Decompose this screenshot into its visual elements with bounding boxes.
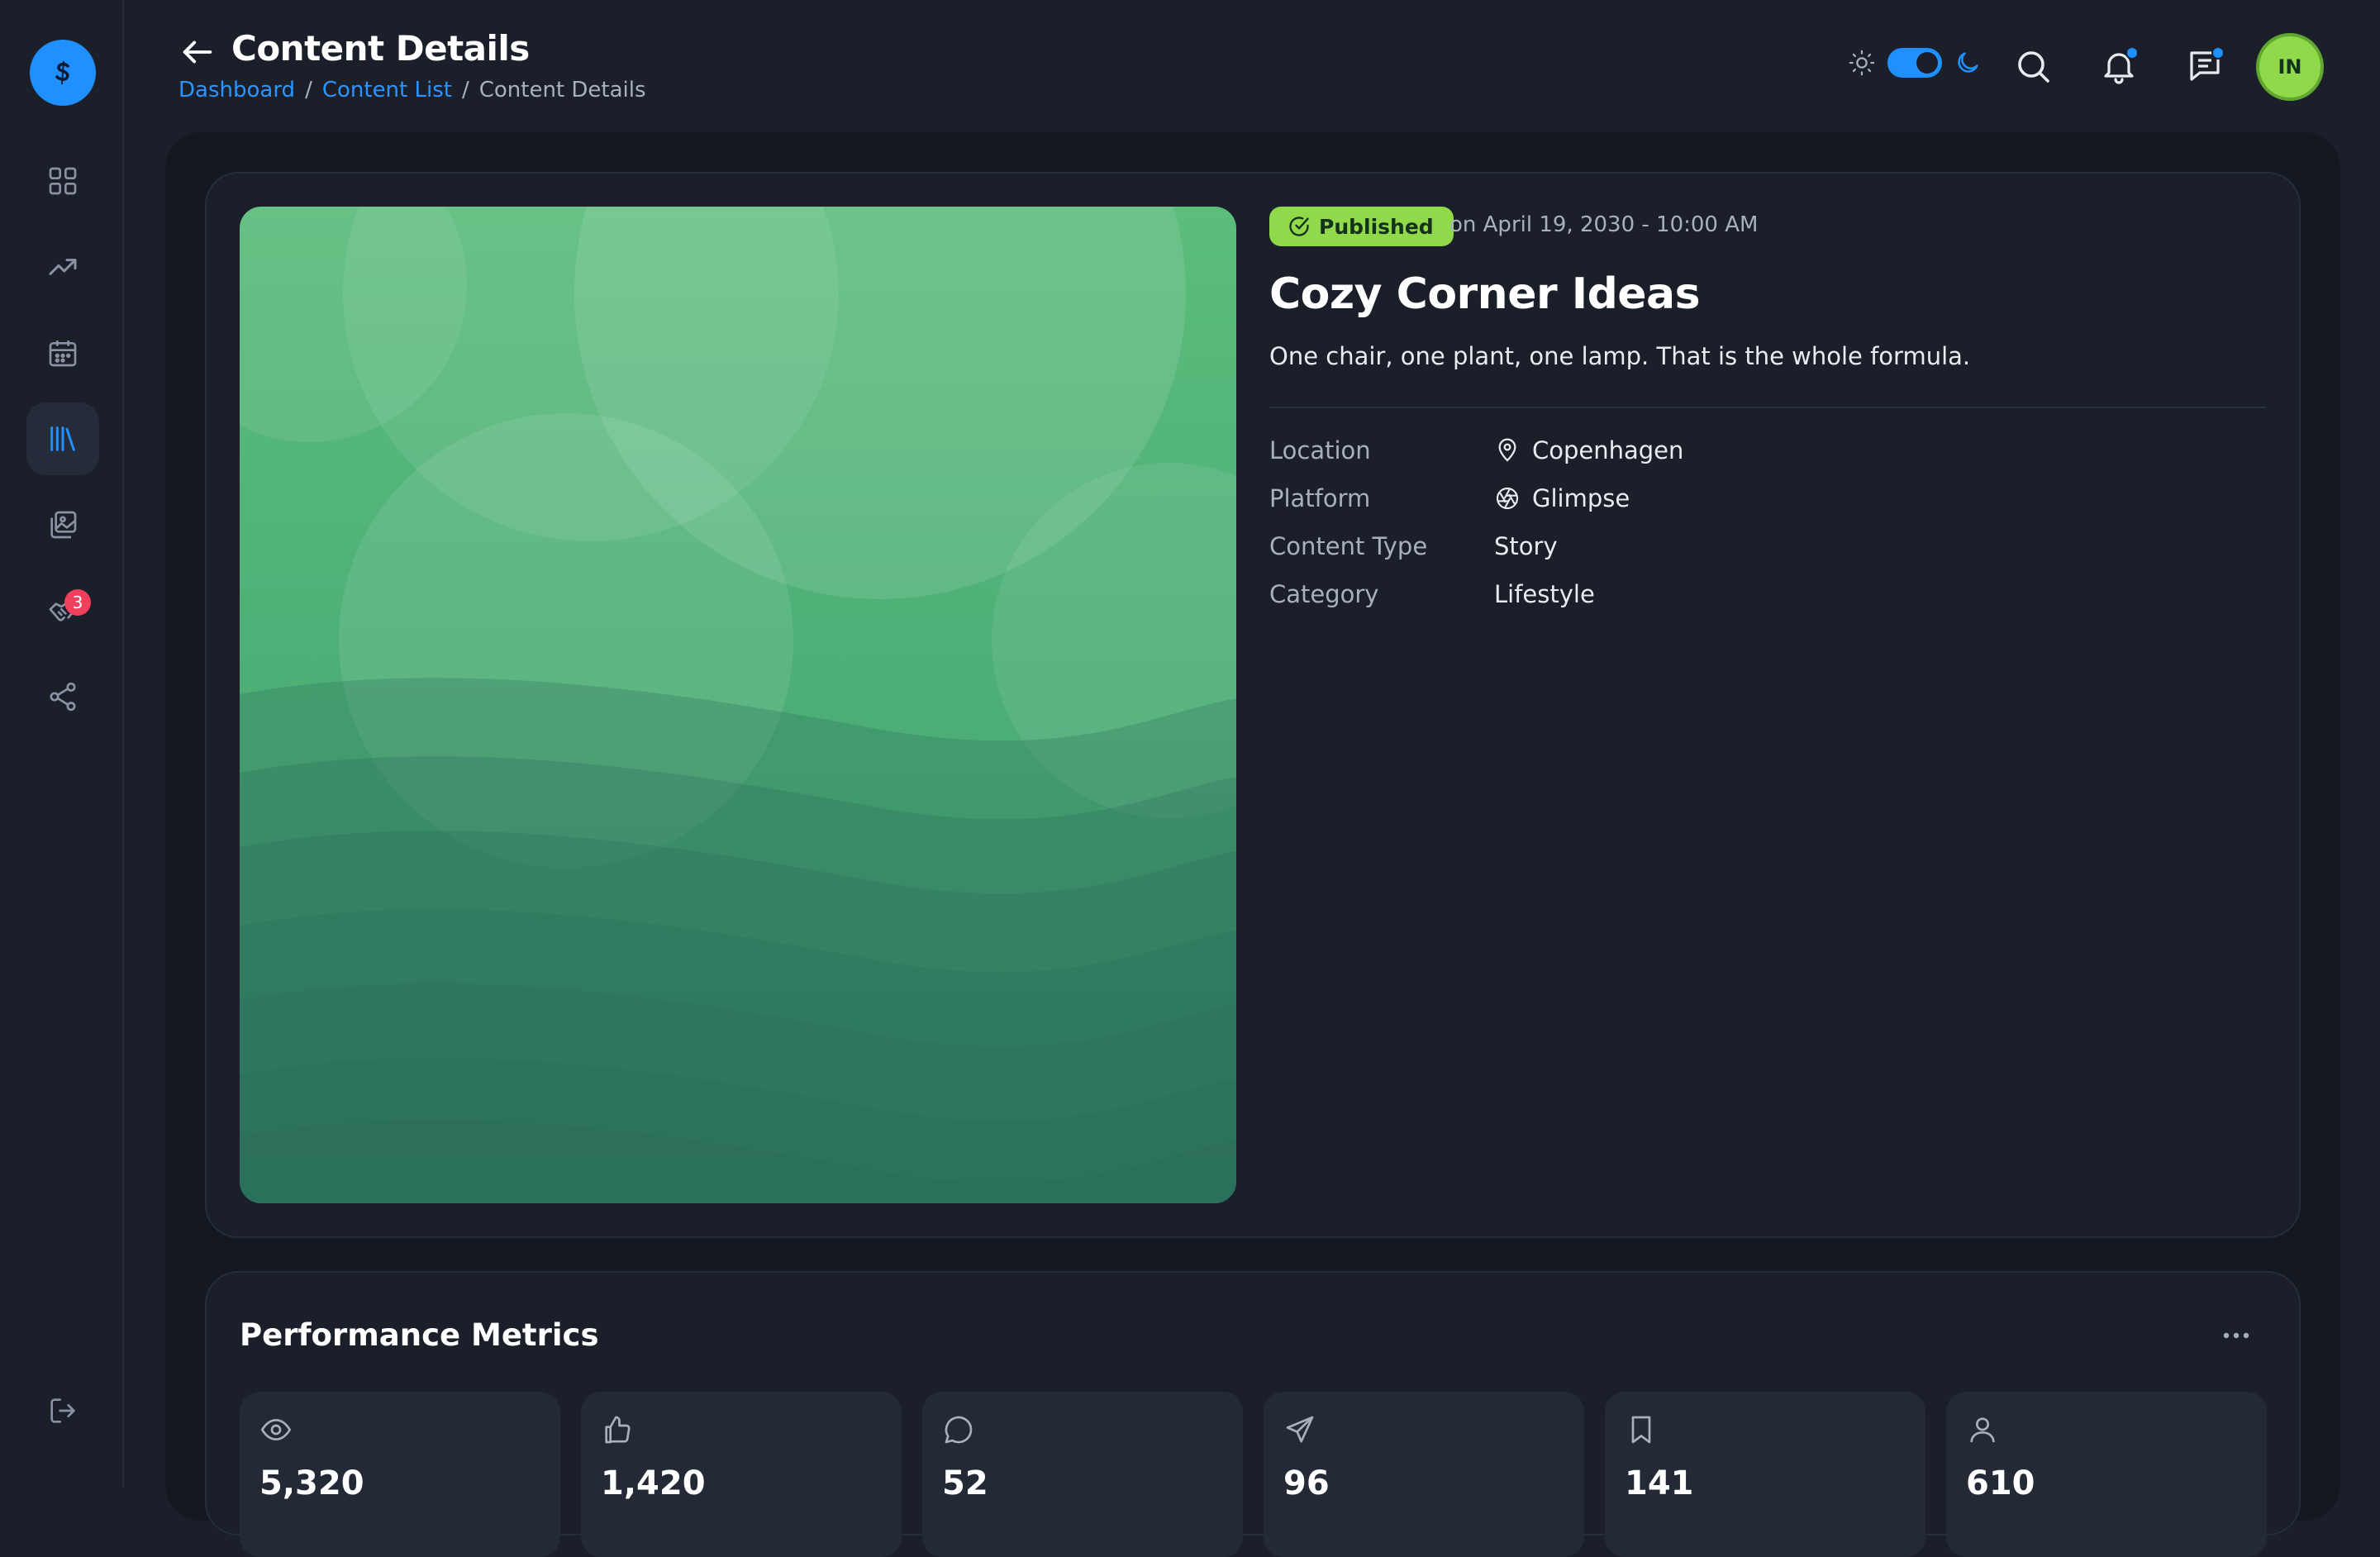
user-avatar[interactable]: IN — [2256, 33, 2324, 101]
metric-reach: 610 — [1946, 1392, 2267, 1557]
metric-value: 141 — [1625, 1464, 1694, 1502]
breadcrumb-content-list[interactable]: Content List — [322, 78, 452, 102]
category-value: Lifestyle — [1494, 580, 1595, 608]
eye-icon — [260, 1418, 292, 1441]
content-type-value: Story — [1494, 532, 1558, 560]
metric-value: 96 — [1283, 1464, 1330, 1502]
metric-views: 5,320 — [240, 1392, 560, 1557]
back-arrow-icon[interactable] — [178, 33, 217, 71]
check-circle-icon — [1289, 217, 1309, 236]
bookmark-icon — [1631, 1416, 1651, 1444]
sidebar-item-dashboard[interactable] — [26, 145, 99, 217]
user-icon — [1970, 1417, 1995, 1443]
meta-row-content-type: Content Type Story — [1269, 532, 1558, 560]
meta-label: Location — [1269, 436, 1371, 464]
switch-knob — [1916, 52, 1938, 74]
moon-icon[interactable] — [1954, 49, 1982, 77]
sidebar-item-analytics[interactable] — [26, 231, 99, 303]
logout-icon — [50, 1398, 75, 1423]
meta-row-platform: Platform Glimpse — [1269, 484, 1630, 512]
message-dot — [2211, 46, 2225, 60]
send-icon — [1286, 1416, 1314, 1443]
meta-label: Category — [1269, 580, 1379, 608]
content-description: One chair, one plant, one lamp. That is … — [1269, 342, 1971, 370]
sun-icon[interactable] — [1848, 49, 1876, 77]
trending-up-icon — [49, 259, 77, 275]
media-gallery-icon — [50, 511, 77, 539]
content-image[interactable] — [240, 207, 1236, 1203]
aperture-icon — [1496, 487, 1519, 510]
metric-value: 52 — [942, 1464, 988, 1502]
published-date: on April 19, 2030 - 10:00 AM — [1449, 212, 1759, 237]
theme-toggle — [1848, 48, 1982, 78]
dashboard-grid-icon — [49, 167, 77, 195]
share-icon — [50, 682, 76, 712]
metric-value: 1,420 — [601, 1464, 706, 1502]
metric-saves: 141 — [1605, 1392, 1925, 1557]
meta-row-category: Category Lifestyle — [1269, 580, 1595, 608]
metric-comments: 52 — [922, 1392, 1243, 1557]
breadcrumb-separator: / — [461, 78, 469, 102]
metric-shares: 96 — [1264, 1392, 1584, 1557]
sidebar-item-partnerships[interactable]: 3 — [26, 574, 99, 647]
meta-label: Content Type — [1269, 532, 1428, 560]
sidebar-item-calendar[interactable] — [26, 317, 99, 389]
sidebar-item-media[interactable] — [26, 488, 99, 561]
notification-dot — [2125, 46, 2139, 60]
metric-value: 610 — [1966, 1464, 2035, 1502]
notification-badge: 3 — [64, 589, 91, 616]
more-options-icon[interactable] — [2220, 1321, 2253, 1350]
location-value: Copenhagen — [1532, 436, 1684, 464]
library-icon — [50, 426, 75, 451]
meta-value: Glimpse — [1494, 484, 1630, 512]
logout-button[interactable] — [26, 1374, 99, 1447]
breadcrumb-separator: / — [305, 78, 312, 102]
metric-value: 5,320 — [259, 1464, 364, 1502]
breadcrumb-dashboard[interactable]: Dashboard — [178, 78, 295, 102]
meta-label: Platform — [1269, 484, 1371, 512]
app-logo[interactable] — [30, 40, 96, 106]
notifications-button[interactable] — [2099, 46, 2139, 86]
search-icon[interactable] — [2013, 46, 2053, 86]
comment-icon — [945, 1416, 973, 1444]
platform-value: Glimpse — [1532, 484, 1630, 512]
content-image-art — [240, 207, 1236, 1203]
calendar-icon — [49, 340, 77, 367]
sidebar-item-share[interactable] — [26, 660, 99, 733]
dark-mode-switch[interactable] — [1887, 48, 1942, 78]
sidebar-item-library[interactable] — [26, 402, 99, 475]
meta-row-location: Location Copenhagen — [1269, 436, 1683, 464]
divider — [1269, 407, 2266, 408]
status-badge: Published — [1269, 207, 1454, 246]
thumbs-up-icon — [605, 1416, 631, 1444]
meta-value: Copenhagen — [1494, 436, 1683, 464]
logo-s-icon — [55, 60, 69, 85]
breadcrumb: Dashboard / Content List / Content Details — [178, 78, 646, 102]
page-title: Content Details — [231, 28, 530, 69]
performance-title: Performance Metrics — [240, 1317, 599, 1353]
metric-likes: 1,420 — [581, 1392, 902, 1557]
sidebar: 3 — [0, 0, 124, 1488]
status-label: Published — [1319, 214, 1434, 239]
messages-button[interactable] — [2185, 46, 2225, 86]
map-pin-icon — [1498, 438, 1516, 462]
content-title: Cozy Corner Ideas — [1269, 269, 1701, 319]
breadcrumb-current: Content Details — [478, 78, 646, 102]
